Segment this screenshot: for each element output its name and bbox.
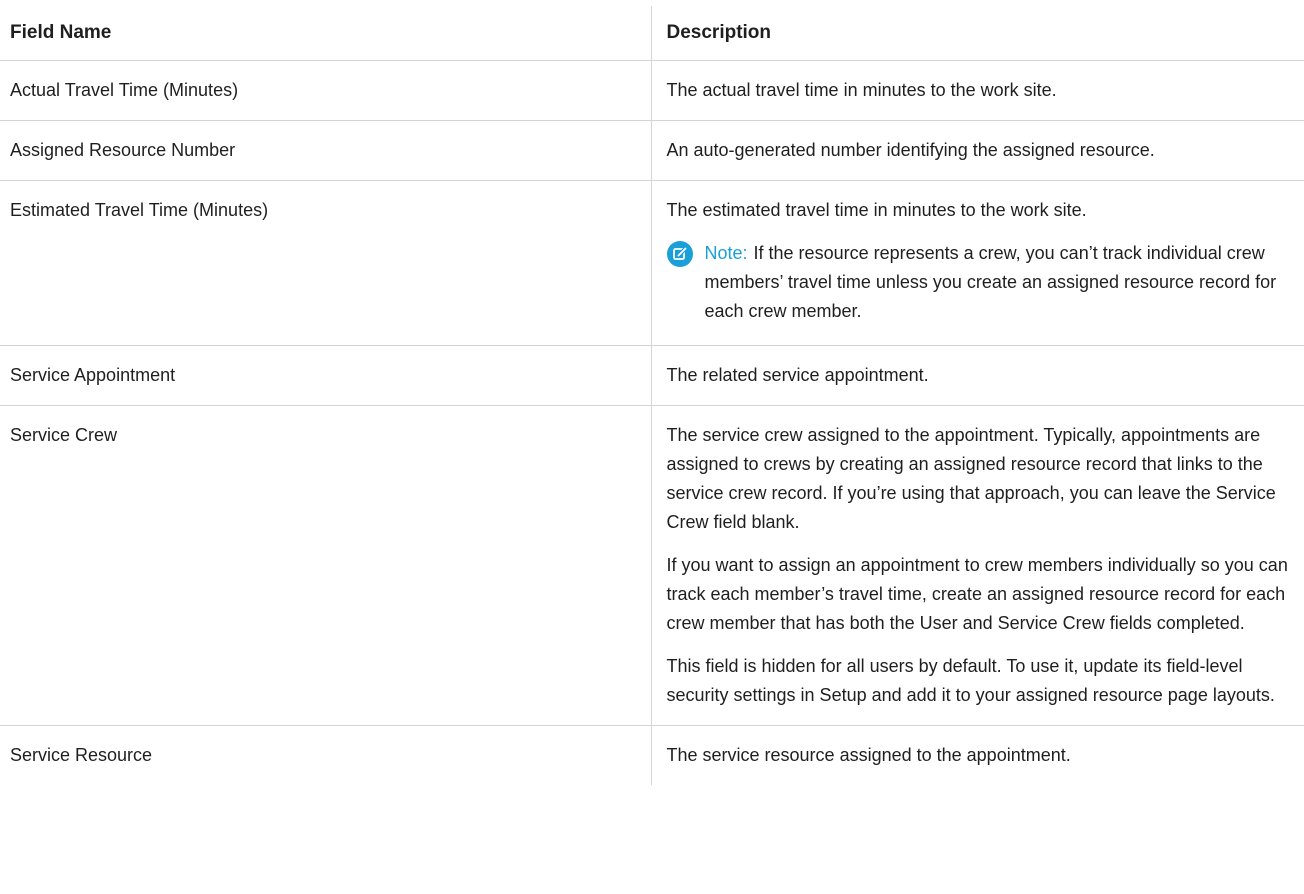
description-cell: An auto-generated number identifying the…: [650, 120, 1304, 181]
description-cell: The service resource assigned to the app…: [650, 725, 1304, 785]
field-name-cell: Estimated Travel Time (Minutes): [0, 180, 651, 346]
header-field-name: Field Name: [0, 6, 651, 61]
table-row: Service Crew The service crew assigned t…: [0, 405, 1304, 726]
description-text: The service resource assigned to the app…: [666, 745, 1071, 765]
description-text: The service crew assigned to the appoint…: [666, 425, 1276, 532]
description-cell: The related service appointment.: [650, 345, 1304, 406]
field-name-cell: Service Appointment: [0, 345, 651, 406]
field-name-cell: Service Resource: [10, 745, 153, 765]
table-row: Service Resource The service resource as…: [0, 725, 1304, 785]
note-label: Note:: [704, 243, 748, 263]
table-header-row: Field Name Description: [0, 6, 1304, 61]
table-row: Service Appointment The related service …: [0, 345, 1304, 406]
table-row: Estimated Travel Time (Minutes) The esti…: [0, 180, 1304, 346]
table-row: Assigned Resource Number An auto-generat…: [0, 120, 1304, 181]
note-text: Note: If the resource represents a crew, …: [705, 239, 1299, 326]
header-description: Description: [650, 6, 1304, 61]
field-name-cell: Service Crew: [0, 405, 651, 726]
description-cell: The service crew assigned to the appoint…: [650, 405, 1304, 726]
description-cell: The estimated travel time in minutes to …: [650, 180, 1304, 346]
description-text: The estimated travel time in minutes to …: [666, 200, 1087, 220]
note-callout: Note: If the resource represents a crew, …: [666, 239, 1299, 326]
description-text: The related service appointment.: [666, 365, 929, 385]
description-cell: The actual travel time in minutes to the…: [650, 60, 1304, 121]
description-text: This field is hidden for all users by de…: [666, 656, 1275, 705]
description-text: An auto-generated number identifying the…: [666, 140, 1155, 160]
description-text: The actual travel time in minutes to the…: [666, 80, 1057, 100]
table-row: Actual Travel Time (Minutes) The actual …: [0, 60, 1304, 121]
field-description-table: Field Name Description Actual Travel Tim…: [0, 6, 1304, 785]
field-name-cell: Actual Travel Time (Minutes): [0, 60, 651, 121]
note-body: If the resource represents a crew, you c…: [704, 243, 1277, 321]
note-edit-icon: [666, 241, 693, 267]
description-text: If you want to assign an appointment to …: [666, 555, 1288, 633]
field-name-cell: Assigned Resource Number: [0, 120, 651, 181]
